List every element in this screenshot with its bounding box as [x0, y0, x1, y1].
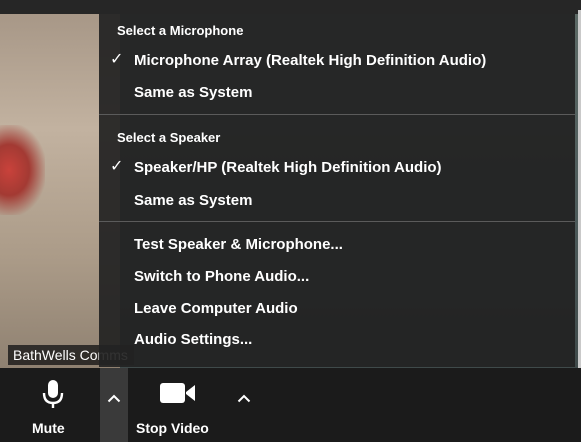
microphone-icon — [42, 380, 64, 408]
stop-video-button[interactable]: Stop Video — [132, 368, 224, 442]
menu-item-leave-computer-audio[interactable]: Leave Computer Audio — [99, 294, 575, 324]
checkmark-icon: ✓ — [110, 51, 124, 68]
menu-item-speaker-same-as-system[interactable]: Same as System — [99, 186, 575, 216]
menu-item-microphone-array[interactable]: ✓ Microphone Array (Realtek High Definit… — [99, 46, 575, 76]
menu-item-label: Same as System — [134, 84, 253, 101]
menu-item-label: Leave Computer Audio — [134, 300, 298, 317]
microphone-section-title: Select a Microphone — [117, 23, 244, 38]
menu-item-label: Audio Settings... — [134, 331, 253, 348]
mute-button[interactable]: Mute — [20, 368, 84, 442]
menu-item-label: Same as System — [134, 192, 253, 209]
menu-item-switch-to-phone-audio[interactable]: Switch to Phone Audio... — [99, 262, 575, 292]
menu-item-audio-settings[interactable]: Audio Settings... — [99, 325, 575, 355]
chevron-up-icon — [237, 394, 251, 403]
stop-video-label: Stop Video — [136, 420, 209, 436]
checkmark-icon: ✓ — [110, 158, 124, 175]
menu-item-label: Test Speaker & Microphone... — [134, 236, 343, 253]
video-camera-icon — [160, 383, 195, 403]
menu-divider — [99, 114, 575, 115]
menu-item-test-speaker-microphone[interactable]: Test Speaker & Microphone... — [99, 230, 575, 260]
video-options-caret[interactable] — [230, 368, 258, 442]
menu-item-label: Microphone Array (Realtek High Definitio… — [134, 52, 487, 69]
chevron-up-icon — [107, 394, 121, 403]
menu-divider — [99, 221, 575, 222]
menu-item-label: Switch to Phone Audio... — [134, 268, 310, 285]
audio-options-menu: Select a Microphone ✓ Microphone Array (… — [99, 14, 575, 367]
menu-item-label: Speaker/HP (Realtek High Definition Audi… — [134, 159, 442, 176]
menu-item-speaker-hp[interactable]: ✓ Speaker/HP (Realtek High Definition Au… — [99, 153, 575, 183]
audio-options-caret[interactable] — [100, 368, 128, 442]
mute-label: Mute — [32, 420, 65, 436]
speaker-section-title: Select a Speaker — [117, 130, 221, 145]
menu-item-microphone-same-as-system[interactable]: Same as System — [99, 78, 575, 108]
meeting-toolbar: Mute Stop Video — [0, 368, 581, 442]
